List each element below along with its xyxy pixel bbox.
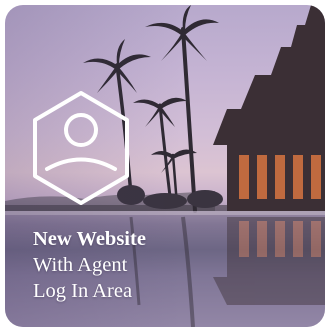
promo-subline-2: Log In Area [33, 280, 133, 302]
promo-caption: New Website With Agent Log In Area [33, 226, 146, 304]
promo-subline-1: With Agent [33, 254, 128, 276]
promo-headline: New Website [33, 228, 146, 250]
agent-profile-hexagon-icon [33, 91, 129, 205]
agent-login-promo-card[interactable]: New Website With Agent Log In Area [5, 5, 325, 327]
